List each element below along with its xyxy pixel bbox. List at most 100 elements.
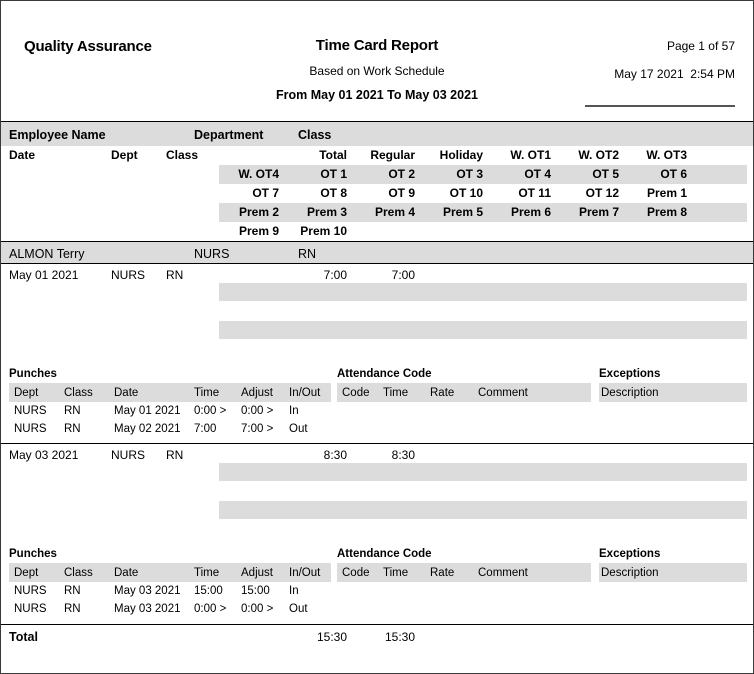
column-header-row-3: OT 7 OT 8 OT 9 OT 10 OT 11 OT 12 Prem 1 [1,184,753,203]
col-ot-10: OT 10 [449,186,483,200]
header-rule [585,105,735,107]
department-header: Department [194,128,264,142]
report-generated-datetime: May 17 2021 2:54 PM [614,67,735,81]
exceptions-title: Exceptions [599,548,661,560]
column-header-row-2: W. OT4 OT 1 OT 2 OT 3 OT 4 OT 5 OT 6 [1,165,753,184]
day-block-2: May 03 2021 NURS RN 8:30 8:30 Punches At… [1,443,753,618]
col-prem-5: Prem 5 [442,205,483,219]
employee-name-value: ALMON Terry [9,247,85,261]
punch-col-class: Class [64,567,93,579]
day-dept: NURS [111,268,146,282]
col-w-ot1: W. OT1 [510,148,551,162]
col-total: Total [319,148,347,162]
day-total: 8:30 [323,448,347,462]
report-page: Quality Assurance Time Card Report Based… [0,0,754,674]
punch-date: May 03 2021 [114,585,181,597]
day-dept: NURS [111,448,146,462]
exceptions-title: Exceptions [599,368,661,380]
punch-col-class: Class [64,387,93,399]
exceptions-col-description: Description [601,567,659,579]
punch-dept: NURS [14,423,47,435]
col-ot-6: OT 6 [660,167,687,181]
attendance-code-title: Attendance Code [337,548,432,560]
punch-col-dept: Dept [14,567,39,579]
punch-inout: In [289,585,299,597]
punch-time: 0:00 > [194,405,227,417]
col-ot-11: OT 11 [518,186,551,200]
col-w-ot2: W. OT2 [578,148,619,162]
report-header: Quality Assurance Time Card Report Based… [1,1,753,121]
class-header: Class [298,128,332,142]
punch-class: RN [64,585,81,597]
col-ot-8: OT 8 [320,186,347,200]
total-label: Total [9,630,38,644]
col-prem-1: Prem 1 [646,186,687,200]
col-ot-7: OT 7 [252,186,279,200]
punch-col-adjust: Adjust [241,567,273,579]
table-header-section: Employee Name Department Class Date Dept… [1,121,753,241]
col-ot-2: OT 2 [388,167,415,181]
col-prem-2: Prem 2 [238,205,279,219]
punches-title-row: Punches Attendance Code Exceptions [1,363,753,383]
col-dept: Dept [111,148,138,162]
punch-class: RN [64,603,81,615]
punch-time: 0:00 > [194,603,227,615]
col-date: Date [9,148,36,162]
punch-col-time: Time [194,387,220,399]
col-holiday: Holiday [439,148,483,162]
punch-row: NURS RN May 02 2021 7:00 7:00 > Out [1,420,753,438]
employee-department-value: NURS [194,247,230,261]
day-detail-row-5 [1,520,753,539]
total-regular-value: 15:30 [384,630,415,644]
punch-date: May 02 2021 [114,423,181,435]
col-ot-5: OT 5 [592,167,619,181]
punches-title: Punches [9,548,57,560]
col-prem-8: Prem 8 [646,205,687,219]
punch-time: 7:00 [194,423,217,435]
punch-col-dept: Dept [14,387,39,399]
punches-title: Punches [9,368,57,380]
attendance-code-title: Attendance Code [337,368,432,380]
report-meta: Page 1 of 57 May 17 2021 2:54 PM [614,39,735,81]
attendance-header-shade [337,383,591,402]
punch-time: 15:00 [194,585,223,597]
punches-block: Punches Attendance Code Exceptions Dept … [1,543,753,618]
punch-col-date: Date [114,387,139,399]
day-detail-row-3 [1,302,753,321]
day-detail-row-2 [1,283,753,302]
day-detail-row-2 [1,463,753,482]
day-block-1: May 01 2021 NURS RN 7:00 7:00 Punches At… [1,263,753,438]
punches-title-row: Punches Attendance Code Exceptions [1,543,753,563]
col-prem-3: Prem 3 [306,205,347,219]
day-detail-row-4 [1,321,753,340]
day-class: RN [166,448,184,462]
day-detail-row-5 [1,340,753,359]
exceptions-col-description: Description [601,387,659,399]
attendance-header-shade [337,563,591,582]
punch-adjust: 7:00 > [241,423,274,435]
detail-shade [219,463,747,481]
column-header-row-5: Prem 9 Prem 10 [1,222,753,241]
punch-row: NURS RN May 03 2021 15:00 15:00 In [1,582,753,600]
day-class: RN [166,268,184,282]
punches-header-shade [9,563,331,582]
attendance-col-code: Code [342,567,370,579]
punch-adjust: 0:00 > [241,603,274,615]
punches-block: Punches Attendance Code Exceptions Dept … [1,363,753,438]
punch-col-date: Date [114,567,139,579]
day-date: May 03 2021 [9,448,79,462]
punch-col-time: Time [194,567,220,579]
punch-class: RN [64,423,81,435]
attendance-col-time: Time [383,387,409,399]
punch-dept: NURS [14,405,47,417]
punch-date: May 03 2021 [114,603,181,615]
day-date: May 01 2021 [9,268,79,282]
detail-shade [219,501,747,519]
employee-row: ALMON Terry NURS RN [1,241,753,263]
employee-class-value: RN [298,247,317,261]
punch-row: NURS RN May 03 2021 0:00 > 0:00 > Out [1,600,753,618]
day-regular: 7:00 [391,268,415,282]
punch-dept: NURS [14,585,47,597]
column-header-row-4: Prem 2 Prem 3 Prem 4 Prem 5 Prem 6 Prem … [1,203,753,222]
punch-date: May 01 2021 [114,405,181,417]
